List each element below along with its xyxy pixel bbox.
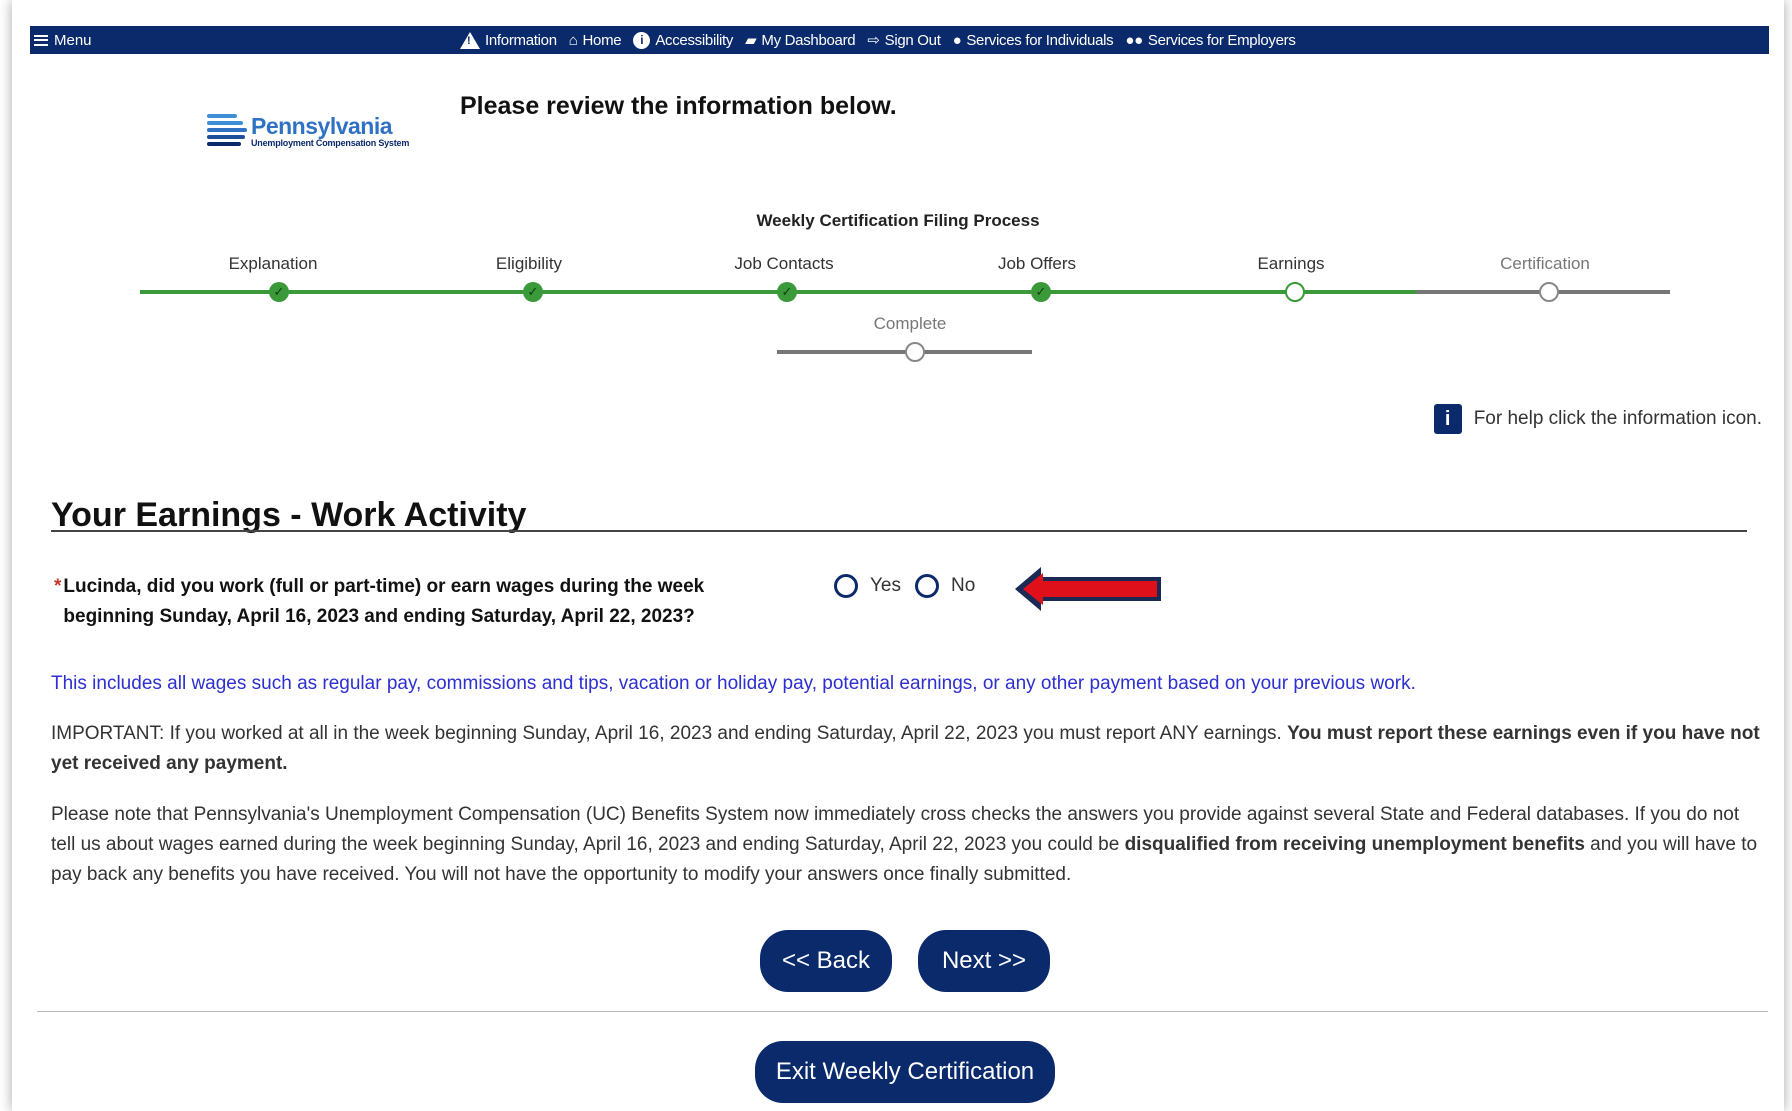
step-label-complete: Complete — [873, 314, 947, 333]
radio-yes[interactable] — [834, 574, 858, 598]
step-pending-marker — [905, 342, 925, 362]
menu-label: Menu — [54, 31, 92, 49]
help-hint: i For help click the information icon. — [1433, 404, 1762, 434]
required-marker: * — [54, 576, 62, 597]
radio-no[interactable] — [915, 574, 939, 598]
step-current-marker — [1285, 282, 1305, 302]
step-label-job-contacts: Job Contacts — [734, 254, 834, 273]
nav-link-label: Information — [485, 31, 557, 49]
top-nav-bar: Menu Information ⌂ Home i Accessibility … — [30, 26, 1769, 54]
info-circle-icon: i — [633, 31, 651, 49]
nav-link-information[interactable]: Information — [460, 31, 557, 49]
radio-no-label: No — [951, 575, 976, 596]
nav-link-home[interactable]: ⌂ Home — [569, 32, 622, 49]
step-label-eligibility: Eligibility — [495, 254, 563, 273]
step-pending-marker — [1539, 282, 1559, 302]
important-notice: IMPORTANT: If you worked at all in the w… — [51, 719, 1766, 779]
note-bold-text: disqualified from receiving unemployment… — [1124, 834, 1585, 855]
help-text: For help click the information icon. — [1473, 408, 1762, 429]
next-button[interactable]: Next >> — [918, 930, 1050, 992]
step-check-icon: ✓ — [269, 282, 289, 302]
group-icon: ●● — [1125, 31, 1143, 49]
nav-link-label: Services for Employers — [1147, 31, 1296, 49]
logo-name: Pennsylvania — [251, 113, 393, 139]
question-text: Lucinda, did you work (full or part-time… — [63, 576, 705, 627]
stepper-title: Weekly Certification Filing Process — [756, 211, 1040, 230]
nav-link-label: Accessibility — [655, 31, 734, 49]
menu-button[interactable]: Menu — [34, 26, 92, 54]
page-title: Please review the information below. — [460, 92, 897, 120]
logo-subtitle: Unemployment Compensation System — [251, 138, 410, 148]
work-question: * Lucinda, did you work (full or part-tim… — [54, 572, 774, 632]
nav-link-label: Services for Individuals — [966, 31, 1114, 49]
step-check-icon: ✓ — [1031, 282, 1051, 302]
warning-icon — [460, 31, 480, 49]
nav-links: Information ⌂ Home i Accessibility ▰ My … — [460, 26, 1296, 54]
home-icon: ⌂ — [568, 31, 578, 49]
information-icon[interactable]: i — [1433, 404, 1462, 434]
nav-link-label: Sign Out — [884, 31, 941, 49]
nav-link-accessibility[interactable]: i Accessibility — [633, 31, 734, 49]
section-divider — [51, 530, 1747, 532]
nav-link-label: My Dashboard — [761, 31, 856, 49]
step-check-icon: ✓ — [523, 282, 543, 302]
cross-check-notice: Please note that Pennsylvania's Unemploy… — [51, 800, 1766, 890]
radio-yes-label: Yes — [870, 575, 901, 596]
nav-link-label: Home — [582, 31, 622, 49]
work-answer-radio-group: Yes No — [834, 574, 975, 598]
nav-link-services-employers[interactable]: ●● Services for Employers — [1125, 32, 1295, 49]
sign-out-icon: ⇨ — [867, 31, 880, 49]
radio-option-no[interactable]: No — [915, 574, 975, 598]
footer-divider — [37, 1011, 1768, 1012]
pennsylvania-logo: Pennsylvania Unemployment Compensation S… — [207, 112, 409, 150]
step-label-earnings: Earnings — [1257, 254, 1325, 273]
radio-option-yes[interactable]: Yes — [834, 574, 901, 598]
step-label-job-offers: Job Offers — [997, 254, 1077, 273]
nav-link-sign-out[interactable]: ⇨ Sign Out — [867, 31, 941, 49]
left-arrow-annotation-icon — [1015, 567, 1161, 611]
step-label-explanation: Explanation — [228, 254, 318, 273]
important-text: IMPORTANT: If you worked at all in the w… — [51, 723, 1288, 744]
step-label-certification: Certification — [1500, 254, 1590, 273]
nav-link-services-individuals[interactable]: ● Services for Individuals — [953, 32, 1114, 49]
exit-weekly-certification-button[interactable]: Exit Weekly Certification — [755, 1041, 1055, 1103]
keystone-logo-icon — [207, 112, 247, 150]
page-frame: Menu Information ⌂ Home i Accessibility … — [12, 0, 1784, 1111]
hamburger-icon — [34, 34, 48, 46]
person-icon: ● — [952, 31, 962, 49]
wages-info-text: This includes all wages such as regular … — [51, 673, 1416, 694]
back-button[interactable]: << Back — [760, 930, 892, 992]
step-check-icon: ✓ — [777, 282, 797, 302]
nav-link-my-dashboard[interactable]: ▰ My Dashboard — [745, 31, 856, 49]
dashboard-icon: ▰ — [745, 31, 757, 49]
